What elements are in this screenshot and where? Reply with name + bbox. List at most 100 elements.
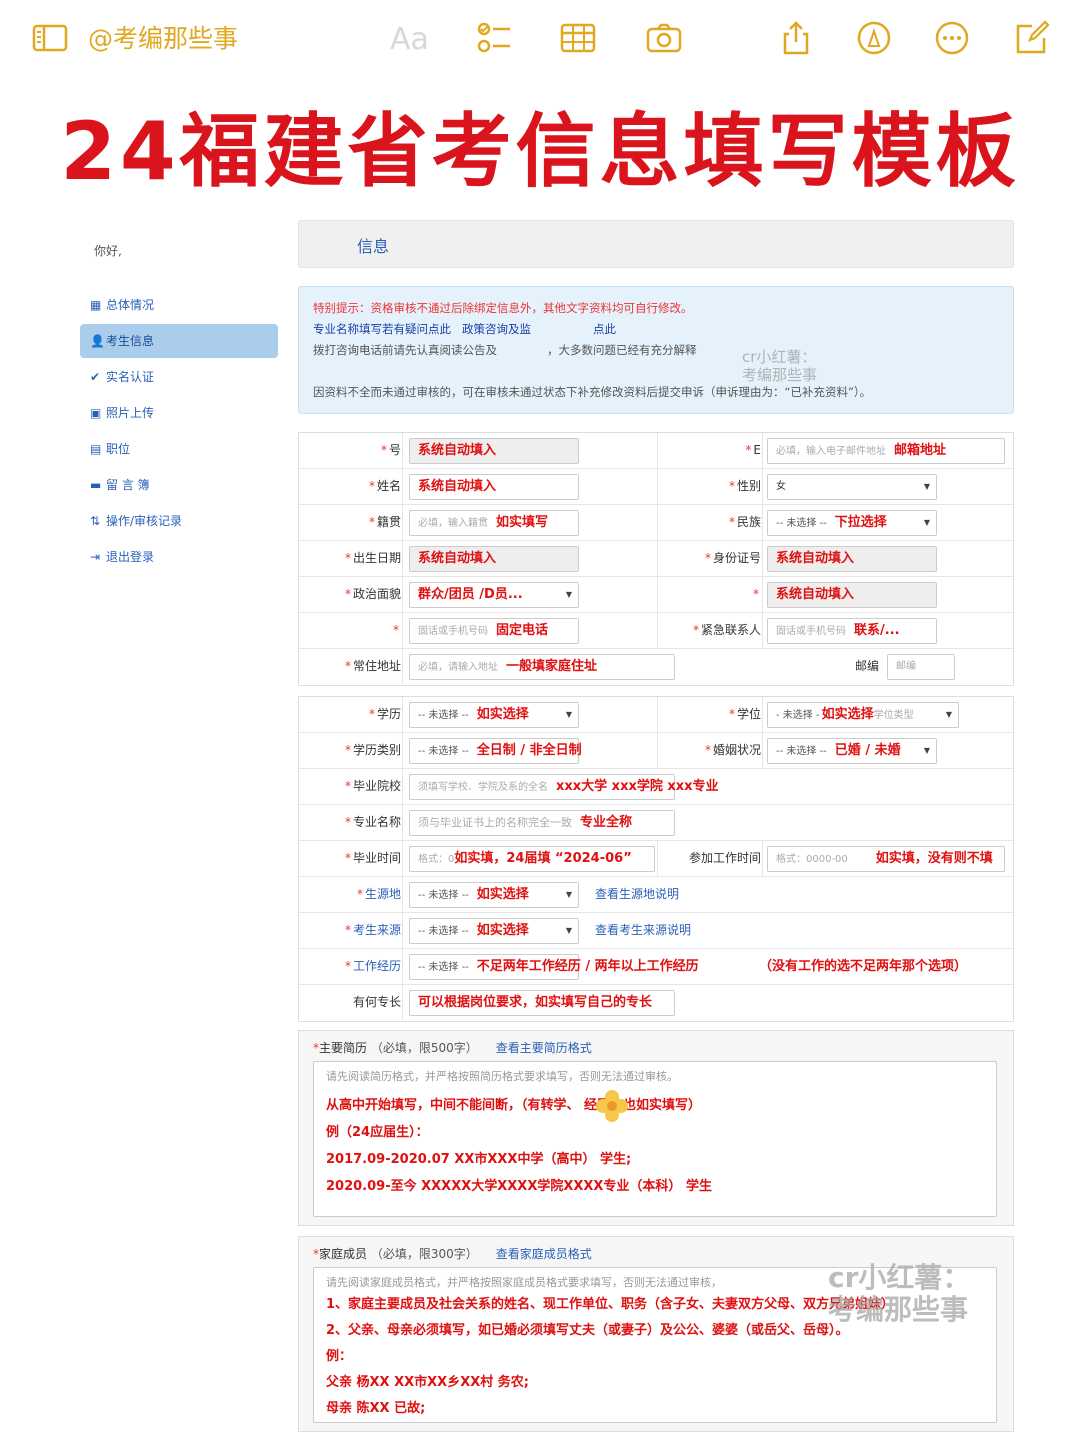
format-text-button[interactable]: Aa — [390, 20, 429, 60]
basic-info-form: * 号 系统自动填入 * E 必填，输入电子邮件地址 邮箱地址 * 姓名 系统自动填入 … — [298, 432, 1014, 686]
work-experience-select[interactable]: -- 未选择 -- 不足两年工作经历 / 两年以上工作经历 — [409, 954, 699, 980]
field-label: * 专业名称 — [344, 815, 401, 829]
field-label: * 身份证号 — [704, 551, 761, 565]
page-headline: 24福建省考信息填写模板 — [60, 105, 1020, 198]
chevron-down-icon: ▼ — [565, 710, 572, 719]
compose-icon[interactable] — [1012, 20, 1052, 60]
family-format-link[interactable]: 查看家庭成员格式 — [496, 1247, 592, 1261]
field-label: * 姓名 — [368, 479, 401, 493]
form-row: 有何专长 可以根据岗位要求，如实填写自己的专长 — [299, 985, 1013, 1021]
address-field[interactable]: 必填，请输入地址 一般填家庭住址 — [409, 654, 675, 680]
flower-sticker-icon — [595, 1089, 629, 1123]
email-field[interactable]: 必填，输入电子邮件地址 邮箱地址 — [767, 438, 1005, 464]
field-label: * 出生日期 — [344, 551, 401, 565]
major-help-link[interactable]: 专业名称填写若有疑问点此 — [313, 322, 451, 336]
work-experience-note: （没有工作的选不足两年那个选项） — [759, 959, 968, 974]
postcode-field[interactable]: 邮编 — [887, 654, 955, 680]
specialty-field[interactable]: 可以根据岗位要求，如实填写自己的专长 — [409, 990, 675, 1016]
chevron-down-icon: ▼ — [565, 926, 572, 935]
resume-title: *主要简历 （必填，限500字） 查看主要简历格式 — [313, 1041, 592, 1055]
field-label: * — [753, 587, 759, 601]
brand-label: @考编那些事 — [88, 24, 239, 53]
marital-status-select[interactable]: -- 未选择 -- 已婚 / 未婚 ▼ — [767, 738, 937, 764]
form-row: * 籍贯 必填，输入籍贯 如实填写 * 民族 -- 未选择 -- 下拉选择 ▼ — [299, 505, 1013, 541]
chevron-down-icon: ▼ — [923, 482, 930, 491]
name-field[interactable]: 系统自动填入 — [409, 474, 579, 500]
education-select[interactable]: -- 未选择 -- 如实选择 ▼ — [409, 702, 579, 728]
policy-consult-link[interactable]: 政策咨询及监 — [462, 322, 531, 336]
form-row: * 专业名称 须与毕业证书上的名称完全一致 专业全称 — [299, 805, 1013, 841]
form-row: * 生源地 -- 未选择 -- 如实选择 ▼ 查看生源地说明 — [299, 877, 1013, 913]
table-icon[interactable] — [558, 20, 598, 60]
chevron-down-icon: ▼ — [923, 746, 930, 755]
sidebar-icon[interactable] — [30, 20, 70, 60]
sidebar-item-overview[interactable]: ▦ 总体情况 — [80, 288, 278, 322]
gender-select[interactable]: 女 ▼ — [767, 474, 937, 500]
native-place-field[interactable]: 必填，输入籍贯 如实填写 — [409, 510, 579, 536]
origin-help-link[interactable]: 查看生源地说明 — [595, 877, 679, 912]
checklist-icon[interactable] — [474, 20, 514, 60]
markup-icon[interactable] — [854, 20, 894, 60]
field-label: * 考生来源 — [344, 923, 401, 937]
sidebar-item-position[interactable]: ▤ 职位 — [80, 432, 278, 466]
ethnicity-select[interactable]: -- 未选择 -- 下拉选择 ▼ — [767, 510, 937, 536]
user-icon: 👤 — [90, 334, 105, 348]
field-label: * 政治面貌 — [344, 587, 401, 601]
family-title: *家庭成员 （必填，限300字） 查看家庭成员格式 — [313, 1247, 592, 1261]
chevron-down-icon: ▼ — [565, 590, 572, 599]
camera-icon[interactable] — [644, 20, 684, 60]
field-label: * 紧急联系人 — [692, 623, 761, 637]
field-label: * 毕业院校 — [344, 779, 401, 793]
resume-placeholder: 请先阅读简历格式，并严格按照简历格式要求填写，否则无法通过审核。 — [326, 1070, 678, 1083]
graduation-date-field[interactable]: 格式：0如实填，24届填 “2024-06” — [409, 846, 655, 872]
emergency-contact-field[interactable]: 固话或手机号码 联系/... — [767, 618, 937, 644]
auto-fill-input: 系统自动填入 — [767, 582, 937, 608]
field-label: * 性别 — [728, 479, 761, 493]
greeting: 你好, — [94, 244, 122, 258]
candidate-source-select[interactable]: -- 未选择 -- 如实选择 ▼ — [409, 918, 579, 944]
work-start-date-field[interactable]: 格式：0000-00 如实填，没有则不填 — [767, 846, 1005, 872]
chevron-down-icon: ▼ — [945, 710, 952, 719]
sidebar-item-messages[interactable]: ▬ 留 言 簿 — [80, 468, 278, 502]
field-label: 有何专长 — [352, 995, 401, 1009]
notice-line-5: 因资料不全而未通过审核的，可在审核未通过状态下补充修改资料后提交申诉（申诉理由为… — [313, 385, 872, 399]
sidebar-item-candidate-info[interactable]: 👤考生信息 — [80, 324, 278, 358]
phone-field[interactable]: 固话或手机号码 固定电话 — [409, 618, 579, 644]
resume-format-link[interactable]: 查看主要简历格式 — [496, 1041, 592, 1055]
field-label: 邮编 — [854, 659, 879, 673]
watermark-small: cr小红薯： 考编那些事 — [742, 348, 818, 384]
political-status-select[interactable]: 群众/团员 /D员... ▼ — [409, 582, 579, 608]
id-number-input: 系统自动填入 — [767, 546, 937, 572]
school-field[interactable]: 须填写学校、学院及系的全名 xxx大学 xxx学院 xxx专业 — [409, 774, 719, 800]
click-here-link[interactable]: 点此 — [593, 322, 616, 336]
sidebar-item-logout[interactable]: ⇥ 退出登录 — [80, 540, 278, 574]
sidebar-item-photo[interactable]: ▣ 照片上传 — [80, 396, 278, 430]
resume-line: 从高中开始填写，中间不能间断，（有转学、 经历的也如实填写） — [326, 1098, 702, 1113]
education-type-select[interactable]: -- 未选择 -- 全日制 / 非全日制 — [409, 738, 582, 764]
form-row: * 号 系统自动填入 * E 必填，输入电子邮件地址 邮箱地址 — [299, 433, 1013, 469]
sidebar-item-realname[interactable]: ✔ 实名认证 — [80, 360, 278, 394]
logout-icon: ⇥ — [90, 550, 101, 564]
list-icon: ▤ — [90, 442, 102, 456]
form-row: * 毕业时间 格式：0如实填，24届填 “2024-06” 参加工作时间 格式：0… — [299, 841, 1013, 877]
comment-icon: ▬ — [90, 478, 102, 492]
degree-select[interactable]: - 未选择 - 如实选择学位类型 ▼ — [767, 702, 959, 728]
chevron-down-icon: ▼ — [923, 518, 930, 527]
form-row: * 毕业院校 须填写学校、学院及系的全名 xxx大学 xxx学院 xxx专业 — [299, 769, 1013, 805]
notes-toolbar: @考编那些事 Aa — [0, 0, 1080, 80]
more-icon[interactable] — [932, 20, 972, 60]
notice-line-3a: 拨打咨询电话前请先认真阅读公告及 — [313, 343, 497, 357]
sidebar-item-records[interactable]: ⇅ 操作/审核记录 — [80, 504, 278, 538]
grid-icon: ▦ — [90, 298, 102, 312]
form-row: * 政治面貌 群众/团员 /D员... ▼ * 系统自动填入 — [299, 577, 1013, 613]
birth-date-input: 系统自动填入 — [409, 546, 579, 572]
family-line: 父亲 杨XX XX市XX乡XX村 务农; — [326, 1375, 529, 1390]
field-label: * 号 — [380, 443, 401, 457]
major-field[interactable]: 须与毕业证书上的名称完全一致 专业全称 — [409, 810, 675, 836]
resume-textarea[interactable]: 请先阅读简历格式，并严格按照简历格式要求填写，否则无法通过审核。 从高中开始填写… — [313, 1061, 997, 1217]
origin-select[interactable]: -- 未选择 -- 如实选择 ▼ — [409, 882, 579, 908]
candidate-source-help-link[interactable]: 查看考生来源说明 — [595, 913, 691, 948]
field-label: * 民族 — [728, 515, 761, 529]
field-label: * 婚姻状况 — [704, 743, 761, 757]
share-icon[interactable] — [776, 20, 816, 60]
